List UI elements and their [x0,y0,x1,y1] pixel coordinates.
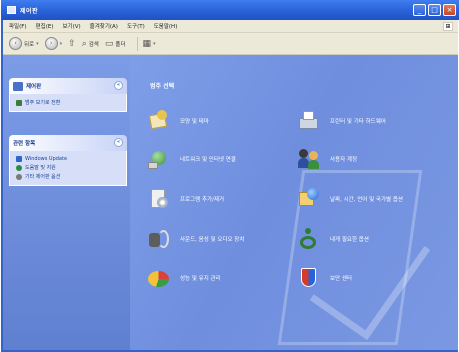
up-folder-button[interactable]: ⇧ [68,39,76,49]
user-accounts-icon [298,148,320,170]
category-label: 모양 및 테마 [180,119,209,125]
views-icon: ▦ [142,38,152,49]
views-button[interactable]: ▦ ▾ [143,39,156,49]
control-panel-window: 제어판 _ □ × 파일(F) 편집(E) 보기(V) 즐겨찾기(A) 도구(T… [1,0,459,352]
windows-update-icon [16,156,22,162]
category-security-center[interactable]: 보안 센터 [298,267,352,289]
pick-category-heading: 범주 선택 [150,83,175,90]
back-dropdown-icon[interactable]: ▾ [36,41,39,47]
category-add-remove-programs[interactable]: 프로그램 추가/제거 [148,188,224,210]
category-view: 범주 선택 모양 및 테마 네트워크 및 인터넷 연결 프로그램 추가/제거 사… [130,55,458,350]
add-remove-programs-icon [148,188,170,210]
collapse-chevron-icon[interactable]: « [114,138,123,147]
menu-edit[interactable]: 편집(E) [36,22,54,30]
category-label: 성능 및 유지 관리 [180,276,221,282]
category-appearance[interactable]: 모양 및 테마 [148,110,209,132]
category-label: 내게 필요한 옵션 [330,237,369,243]
category-label: 보안 센터 [330,276,352,282]
help-icon [16,164,22,171]
control-panel-icon [13,81,23,91]
windows-update-label: Windows Update [25,156,68,162]
switch-view-label: 범주 보기로 전환 [25,100,61,106]
toolbar: ‹ 뒤로 ▾ › ▾ ⇧ ⌕ 검색 ▭ 폴더 ▦ ▾ [3,33,458,55]
toolbar-separator [136,36,138,51]
menu-tools[interactable]: 도구(T) [127,22,145,30]
control-panel-panel-body: 범주 보기로 전환 [9,94,127,112]
minimize-button[interactable]: _ [413,4,426,16]
category-label: 네트워크 및 인터넷 연결 [180,157,236,163]
title-bar[interactable]: 제어판 _ □ × [1,0,459,20]
back-button[interactable]: ‹ 뒤로 ▾ [9,37,39,50]
category-performance[interactable]: 성능 및 유지 관리 [148,267,221,289]
windows-update-link[interactable]: Windows Update [16,156,120,162]
search-icon: ⌕ [81,38,87,49]
category-date-time-language[interactable]: 날짜, 시간, 언어 및 국가별 옵션 [298,188,403,210]
control-panel-panel-header[interactable]: 제어판 « [9,78,127,94]
control-panel-panel: 제어판 « 범주 보기로 전환 [9,78,127,112]
sound-icon [148,228,170,250]
menu-file[interactable]: 파일(F) [9,22,27,30]
forward-button[interactable]: › ▾ [44,37,63,50]
folders-button[interactable]: ▭ 폴더 [105,39,126,49]
back-label: 뒤로 [24,41,35,48]
back-arrow-icon: ‹ [9,37,22,50]
category-label: 사운드, 음성 및 오디오 장치 [180,237,245,243]
forward-dropdown-icon[interactable]: ▾ [60,41,63,47]
forward-arrow-icon: › [44,37,58,50]
category-accessibility[interactable]: 내게 필요한 옵션 [298,228,369,250]
category-label: 사용자 계정 [330,157,358,163]
menu-bar: 파일(F) 편집(E) 보기(V) 즐겨찾기(A) 도구(T) 도움말(H) ⊞ [3,20,458,33]
window-controls: _ □ × [413,4,456,16]
date-time-icon [298,188,320,210]
task-pane: 제어판 « 범주 보기로 전환 관련 항목 « Windows Update 도… [3,55,130,350]
search-button[interactable]: ⌕ 검색 [82,39,99,49]
views-dropdown-icon[interactable]: ▾ [153,41,156,47]
category-sound[interactable]: 사운드, 음성 및 오디오 장치 [148,228,244,250]
category-network[interactable]: 네트워크 및 인터넷 연결 [148,148,236,170]
windows-logo-icon: ⊞ [443,22,453,31]
folders-icon: ▭ [104,38,114,49]
up-folder-icon: ⇧ [68,38,76,49]
security-center-icon [298,267,320,289]
control-panel-panel-title: 제어판 [26,84,42,90]
appearance-themes-icon [148,110,170,132]
see-also-panel-body: Windows Update 도움말 및 지원 기타 제어판 옵션 [9,151,127,186]
menu-help[interactable]: 도움말(H) [154,22,178,30]
printers-icon [298,110,320,132]
other-options-link[interactable]: 기타 제어판 옵션 [16,173,120,180]
help-support-label: 도움말 및 지원 [25,165,56,171]
close-button[interactable]: × [443,4,456,16]
window-title: 제어판 [20,7,39,15]
category-label: 날짜, 시간, 언어 및 국가별 옵션 [330,197,403,203]
menu-favorites[interactable]: 즐겨찾기(A) [90,22,118,30]
switch-view-icon [16,99,22,106]
category-user-accounts[interactable]: 사용자 계정 [298,148,357,170]
see-also-panel-title: 관련 항목 [13,141,36,147]
see-also-panel: 관련 항목 « Windows Update 도움말 및 지원 기타 제어판 옵… [9,135,127,186]
other-options-label: 기타 제어판 옵션 [25,174,61,180]
category-label: 프린터 및 기타 하드웨어 [330,119,386,125]
maximize-button[interactable]: □ [428,4,441,16]
accessibility-icon [298,228,320,250]
collapse-chevron-icon[interactable]: « [114,81,123,90]
menu-view[interactable]: 보기(V) [62,22,80,30]
other-options-icon [16,173,22,180]
see-also-panel-header[interactable]: 관련 항목 « [9,135,127,151]
network-icon [148,148,170,170]
help-support-link[interactable]: 도움말 및 지원 [16,164,120,171]
switch-to-category-view-link[interactable]: 범주 보기로 전환 [16,99,120,106]
category-printers-hardware[interactable]: 프린터 및 기타 하드웨어 [298,110,386,132]
performance-icon [148,267,170,289]
window-icon [7,6,16,14]
folders-label: 폴더 [115,41,126,48]
category-label: 프로그램 추가/제거 [180,197,225,203]
search-label: 검색 [88,41,99,48]
